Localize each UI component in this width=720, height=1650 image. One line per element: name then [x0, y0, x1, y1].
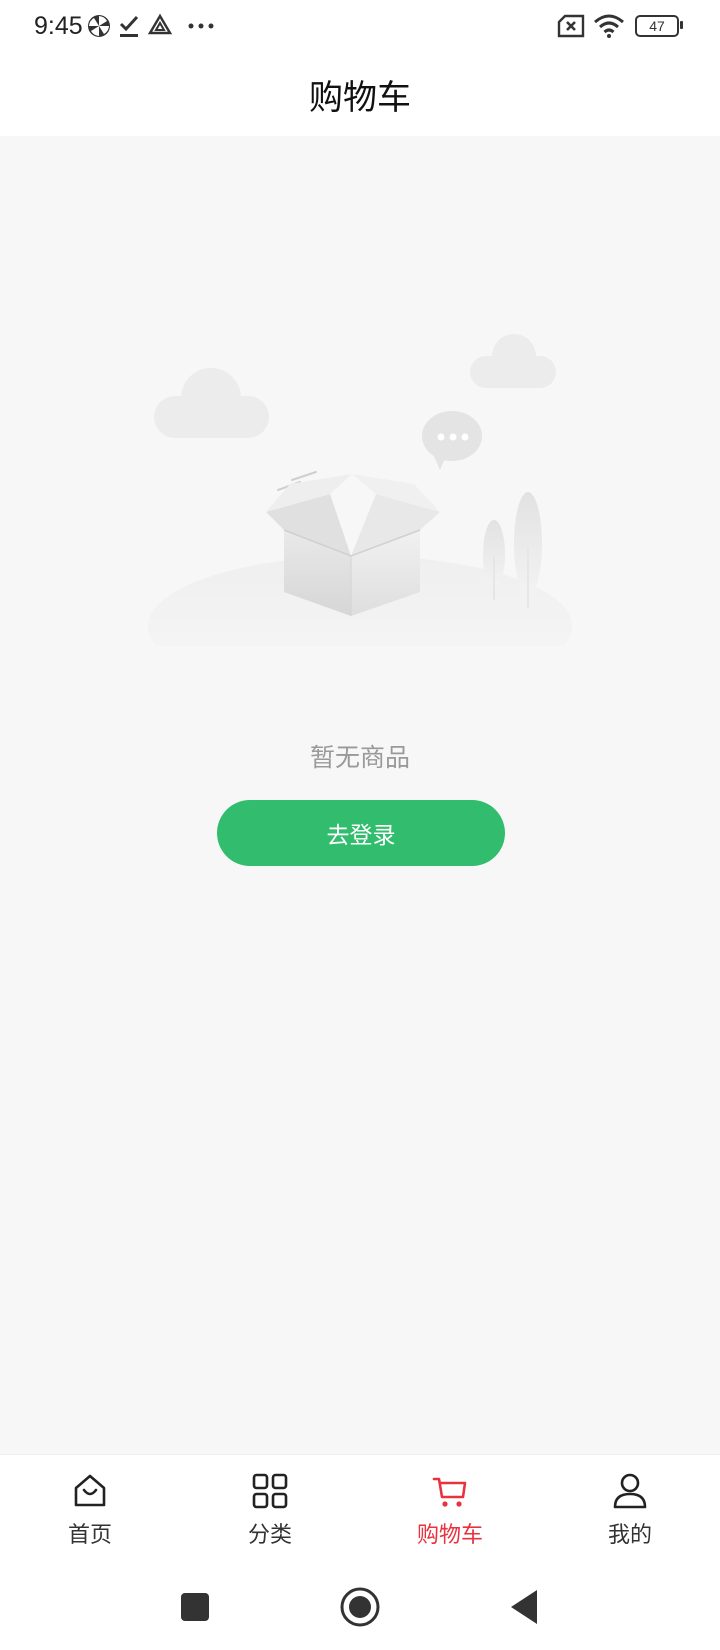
tab-home-label: 首页 [67, 1523, 112, 1548]
home-button[interactable] [335, 1582, 385, 1632]
battery-tip [680, 21, 683, 29]
empty-cart-message: 暂无商品 [309, 743, 410, 772]
bottom-tab-bar: 首页 分类 购物车 我的 [0, 1454, 720, 1564]
square-icon [181, 1593, 209, 1621]
title-bar: 购物车 [0, 54, 720, 136]
sim-off-icon [557, 14, 585, 38]
tab-cart[interactable]: 购物车 [360, 1455, 540, 1565]
user-icon [613, 1473, 647, 1509]
download-done-icon [119, 15, 139, 37]
page-title: 购物车 [309, 78, 411, 118]
more-dots-icon [188, 23, 214, 29]
battery-icon: 47 [635, 15, 679, 37]
wifi-icon [594, 14, 624, 38]
empty-box-illustration [148, 334, 572, 646]
drive-icon [148, 13, 172, 35]
status-time: 9:45 [34, 12, 83, 40]
tab-category[interactable]: 分类 [180, 1455, 360, 1565]
triangle-back-icon [511, 1590, 537, 1624]
battery-level: 47 [649, 18, 665, 34]
circle-icon [340, 1587, 380, 1627]
tab-cart-label: 购物车 [416, 1523, 483, 1548]
tab-mine[interactable]: 我的 [540, 1455, 720, 1565]
login-button[interactable]: 去登录 [217, 800, 505, 866]
tab-mine-label: 我的 [607, 1523, 652, 1548]
home-icon [74, 1474, 106, 1507]
cart-content: 暂无商品 去登录 [0, 136, 720, 1454]
cart-icon [432, 1477, 467, 1507]
grid-icon [252, 1473, 288, 1509]
recents-button[interactable] [170, 1582, 220, 1632]
system-navigation-bar [0, 1564, 720, 1650]
tab-category-label: 分类 [247, 1523, 292, 1548]
tab-home[interactable]: 首页 [0, 1455, 180, 1565]
back-button[interactable] [500, 1582, 550, 1632]
pinwheel-icon [88, 15, 110, 37]
status-bar: 9:45 47 [0, 0, 720, 54]
